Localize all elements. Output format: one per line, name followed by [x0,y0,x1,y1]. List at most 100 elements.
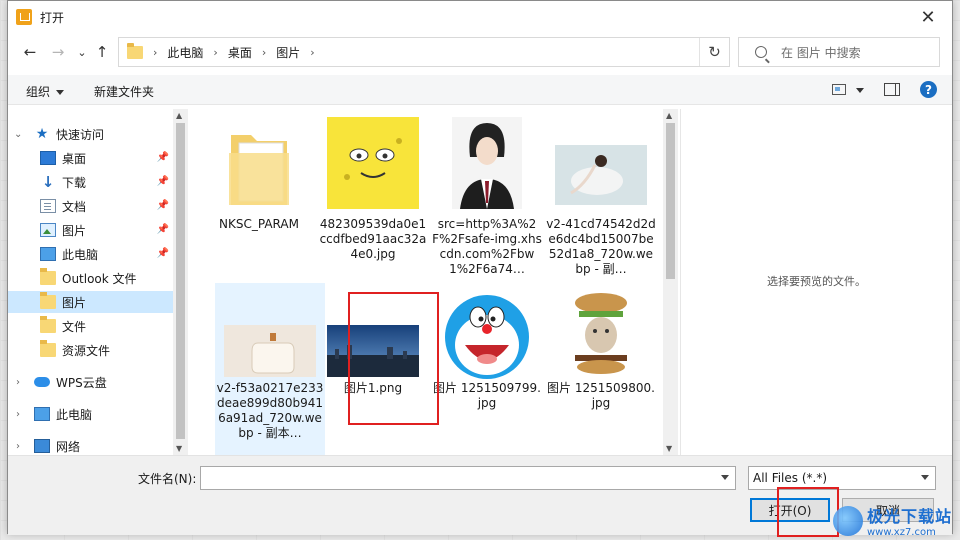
filename-label: 文件名(N): [138,472,197,486]
pin-icon: 📌 [156,176,169,187]
app-icon [16,9,32,25]
cloud-icon [34,377,50,387]
sidebar-item-pictures-folder[interactable]: 图片 [8,291,173,313]
file-item-image[interactable]: 图片 1251509799.jpg [432,283,542,449]
sidebar-item-label: 图片 [62,223,87,238]
document-icon [40,199,56,213]
view-options-caret-icon[interactable] [856,88,864,93]
folder-icon [40,292,56,309]
folder-icon [229,135,289,205]
download-icon: ↓ [41,173,55,191]
sidebar-item-wps-cloud[interactable]: WPS云盘 [8,371,173,393]
up-arrow-icon: ↑ [95,43,109,61]
file-name: v2-f53a0217e233deae899d80b9416a91ad_720w… [216,381,324,440]
folder-icon [40,316,56,333]
sidebar-item-files[interactable]: 文件 [8,315,173,337]
sidebar-item-label: 网络 [56,439,81,454]
close-icon: ✕ [920,6,936,28]
watermark-url: www.xz7.com [866,527,936,538]
sidebar-item-label: 下载 [62,175,87,190]
file-item-image[interactable]: v2-41cd74542d2de6dc4bd15007be52d1a8_720w… [546,113,656,279]
back-arrow-icon: ← [23,43,37,61]
pictures-icon [40,223,56,237]
file-name: 图片 1251509800.jpg [547,381,655,410]
dialog-title: 打开 [40,10,65,25]
forward-button[interactable]: → [48,41,68,63]
filename-input[interactable] [200,466,736,490]
dancer-photo-thumbnail [555,145,647,205]
organize-menu-button[interactable]: 组织 [26,83,65,100]
chevron-down-icon: ⌄ [77,45,87,59]
breadcrumb-this-pc[interactable]: 此电脑 [167,44,203,61]
up-button[interactable]: ↑ [92,41,112,63]
file-name: NKSC_PARAM [219,217,299,231]
help-icon[interactable]: ? [920,81,937,98]
sidebar-item-label: 此电脑 [62,247,99,262]
preview-pane-toggle-icon[interactable] [884,83,900,96]
sidebar-item-quick-access[interactable]: ★ 快速访问 [8,123,173,145]
search-input[interactable]: 在 图片 中搜索 [738,37,940,67]
sidebar-item-desktop[interactable]: 桌面 📌 [8,147,173,169]
recent-locations-button[interactable]: ⌄ [72,41,92,63]
sidebar-item-network[interactable]: 网络 [8,435,173,455]
scroll-up-icon[interactable]: ▲ [176,111,182,120]
new-folder-button[interactable]: 新建文件夹 [94,83,154,100]
sidebar-item-label: 桌面 [62,151,87,166]
forward-arrow-icon: → [51,43,65,61]
portrait-photo-thumbnail [452,117,522,209]
burger-cat-thumbnail [555,287,647,379]
sidebar-item-this-pc[interactable]: 此电脑 [8,403,173,425]
scrollbar-thumb[interactable] [176,123,185,439]
folder-icon [40,340,56,357]
change-view-icon[interactable] [832,84,846,95]
pin-icon: 📌 [156,200,169,211]
computer-icon [34,407,50,421]
sidebar-item-documents[interactable]: 文档 📌 [8,195,173,217]
title-bar: 打开 ✕ [8,1,952,33]
search-placeholder: 在 图片 中搜索 [781,45,861,60]
watermark-logo-icon [832,505,863,536]
sidebar-item-label: 文件 [62,319,87,334]
sidebar-item-label: WPS云盘 [56,375,107,390]
close-button[interactable]: ✕ [908,3,948,31]
navigation-row: ← → ⌄ ↑ › 此电脑 › 桌面 › 图片 › ↻ 在 图片 中搜索 [8,37,952,67]
sidebar-item-this-pc-pinned[interactable]: 此电脑 📌 [8,243,173,265]
scrollbar-thumb[interactable] [666,123,675,279]
refresh-icon: ↻ [708,43,721,61]
doraemon-thumbnail [441,289,533,381]
sidebar-item-downloads[interactable]: ↓ 下载 📌 [8,171,173,193]
chevron-down-icon[interactable] [721,475,729,480]
annotation-highlight-open-button [777,487,839,537]
bottle-photo-thumbnail [224,325,316,377]
pin-icon: 📌 [156,224,169,235]
preview-message: 选择要预览的文件。 [767,275,866,288]
breadcrumb-pictures[interactable]: 图片 [276,44,300,61]
navigation-pane-scrollbar[interactable]: ▲ ▼ [173,109,188,455]
breadcrumb-separator: › [213,45,218,59]
sidebar-item-label: 此电脑 [56,407,93,422]
refresh-button[interactable]: ↻ [699,38,729,66]
back-button[interactable]: ← [20,41,40,63]
sidebar-item-label: 快速访问 [56,127,105,142]
sidebar-item-resource-files[interactable]: 资源文件 [8,339,173,361]
file-item-image[interactable]: 图片 1251509800.jpg [546,283,656,449]
breadcrumb-separator: › [261,45,267,59]
watermark-title: 极光下载站 [866,507,952,526]
file-type-value: All Files (*.*) [753,471,828,485]
address-bar[interactable]: › 此电脑 › 桌面 › 图片 › ↻ [118,37,730,67]
file-item-image[interactable]: 482309539da0e1ccdfbed91aac32a4e0.jpg [318,113,428,279]
scroll-down-icon[interactable]: ▼ [176,444,182,453]
file-item-image-selected[interactable]: v2-f53a0217e233deae899d80b9416a91ad_720w… [215,283,325,455]
folder-icon [40,268,56,285]
navigation-pane: ⌄ ★ 快速访问 桌面 📌 ↓ 下载 📌 文档 📌 图片 📌 此电脑 📌 Out… [8,109,188,455]
breadcrumb-desktop[interactable]: 桌面 [228,44,252,61]
file-item-folder[interactable]: NKSC_PARAM [204,113,314,279]
scroll-down-icon[interactable]: ▼ [666,444,672,453]
file-list-scrollbar[interactable]: ▲ ▼ [663,109,678,455]
sidebar-item-pictures[interactable]: 图片 📌 [8,219,173,241]
file-item-image[interactable]: src=http%3A%2F%2Fsafe-img.xhscdn.com%2Fb… [432,113,542,279]
scroll-up-icon[interactable]: ▲ [666,111,672,120]
sidebar-item-label: Outlook 文件 [62,271,137,286]
sidebar-item-outlook-files[interactable]: Outlook 文件 [8,267,173,289]
computer-icon [40,247,56,261]
